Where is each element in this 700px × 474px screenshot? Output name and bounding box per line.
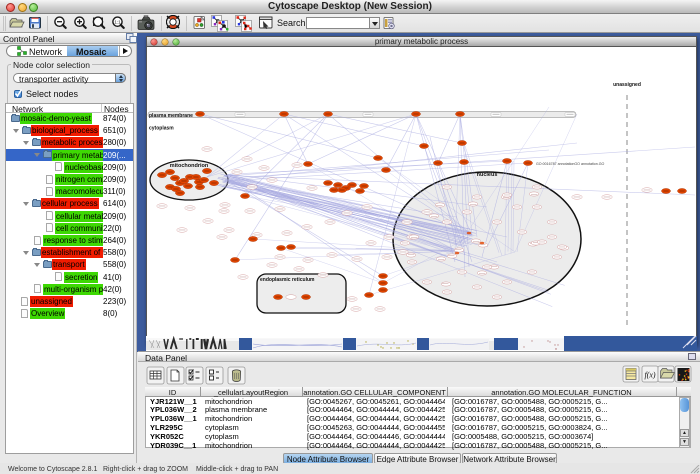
- svg-text:1:1: 1:1: [114, 20, 121, 25]
- svg-text:f(x): f(x): [644, 371, 655, 380]
- svg-text:endoplasmic reticulum: endoplasmic reticulum: [260, 277, 315, 283]
- svg-text:mitochondrion: mitochondrion: [170, 163, 209, 169]
- svg-text:GO:0016787 annotationGO annota: GO:0016787 annotationGO annotation.GO: [536, 162, 605, 166]
- svg-text:unassigned: unassigned: [613, 82, 641, 88]
- svg-text:plasma membrane: plasma membrane: [149, 113, 193, 119]
- svg-text:nucleus: nucleus: [477, 172, 498, 178]
- svg-text:cytoplasm: cytoplasm: [149, 126, 174, 132]
